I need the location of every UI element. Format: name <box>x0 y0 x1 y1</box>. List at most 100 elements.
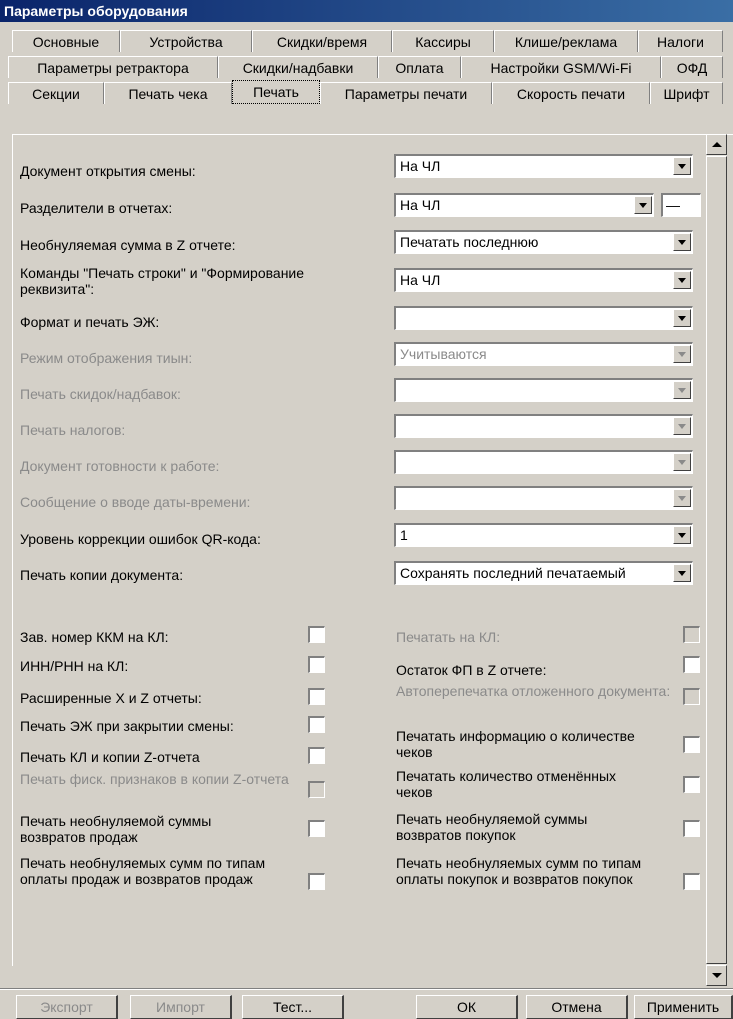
discount-print-select <box>394 378 693 402</box>
select-value: Сохранять последний печатаемый <box>400 565 626 581</box>
setting-label: Документ открытия смены: <box>20 163 196 179</box>
chevron-down-icon[interactable] <box>673 157 691 175</box>
inn-on-kl-checkbox[interactable] <box>308 656 325 673</box>
apply-button[interactable]: Применить <box>634 995 733 1019</box>
nonzero-purchase-returns-checkbox[interactable] <box>683 820 700 837</box>
auto-reprint-checkbox <box>683 688 700 705</box>
tab-font[interactable]: Шрифт <box>650 82 723 104</box>
tab-discounts-markups[interactable]: Скидки/надбавки <box>218 56 378 78</box>
setting-label: Сообщение о вводе даты-времени: <box>20 494 251 510</box>
select-value: 1 <box>400 527 408 543</box>
chevron-down-icon[interactable] <box>634 196 652 214</box>
ej-format-select[interactable] <box>394 306 693 330</box>
tab-print[interactable]: Печать <box>232 80 320 104</box>
select-value: На ЧЛ <box>400 197 441 213</box>
setting-label: Формат и печать ЭЖ: <box>20 314 160 330</box>
checkbox-label: Печать фиск. признаков в копии Z-отчета <box>20 771 289 787</box>
footer-divider <box>0 988 733 990</box>
setting-label: Команды "Печать строки" и "Формирование … <box>20 265 305 297</box>
scroll-thumb[interactable] <box>706 156 727 964</box>
chevron-down-icon <box>673 417 691 435</box>
export-button[interactable]: Экспорт <box>16 995 118 1019</box>
chevron-down-icon[interactable] <box>673 271 691 289</box>
cancelled-count-checkbox[interactable] <box>683 776 700 793</box>
extended-xz-checkbox[interactable] <box>308 688 325 705</box>
setting-label: Печать копии документа: <box>20 567 184 583</box>
tab-main[interactable]: Основные <box>12 30 120 52</box>
fiscal-marks-checkbox <box>308 781 325 798</box>
nonzero-returns-checkbox[interactable] <box>308 820 325 837</box>
chevron-down-icon[interactable] <box>673 526 691 544</box>
fp-remaining-checkbox[interactable] <box>683 656 700 673</box>
tab-receipt-print[interactable]: Печать чека <box>104 82 232 104</box>
chevron-down-icon <box>673 345 691 363</box>
checkbox-label: ИНН/РНН на КЛ: <box>20 658 129 674</box>
print-line-command-select[interactable]: На ЧЛ <box>394 268 693 292</box>
tab-gsm-wifi[interactable]: Настройки GSM/Wi-Fi <box>461 56 661 78</box>
qr-correction-select[interactable]: 1 <box>394 523 693 547</box>
shift-open-doc-select[interactable]: На ЧЛ <box>394 154 693 178</box>
checkbox-label: Зав. номер ККМ на КЛ: <box>20 629 169 645</box>
nonzero-purchase-by-payment-checkbox[interactable] <box>683 873 700 890</box>
tab-devices[interactable]: Устройства <box>120 30 252 52</box>
separator-char-field[interactable]: — <box>661 193 701 217</box>
setting-label: Разделители в отчетах: <box>20 200 173 216</box>
ready-doc-select <box>394 450 693 474</box>
tab-payment[interactable]: Оплата <box>378 56 461 78</box>
serial-on-kl-checkbox[interactable] <box>308 626 325 643</box>
tab-print-speed[interactable]: Скорость печати <box>492 82 650 104</box>
scroll-up-icon[interactable] <box>706 134 727 155</box>
chevron-down-icon[interactable] <box>673 564 691 582</box>
report-separators-select[interactable]: На ЧЛ <box>394 193 654 217</box>
nonzero-by-payment-checkbox[interactable] <box>308 873 325 890</box>
print-on-kl-checkbox <box>683 626 700 643</box>
nonzero-sum-select[interactable]: Печатать последнюю <box>394 230 693 254</box>
tab-sections[interactable]: Секции <box>8 82 104 104</box>
checkbox-label: Печать необнуляемой суммы возвратов прод… <box>20 813 212 845</box>
setting-label: Необнуляемая сумма в Z отчете: <box>20 237 236 253</box>
checkbox-label: Остаток ФП в Z отчете: <box>396 662 547 678</box>
setting-label: Документ готовности к работе: <box>20 458 220 474</box>
ok-button[interactable]: ОК <box>416 995 518 1019</box>
tab-print-params[interactable]: Параметры печати <box>320 82 492 104</box>
chevron-down-icon[interactable] <box>673 309 691 327</box>
kl-z-copy-checkbox[interactable] <box>308 747 325 764</box>
test-button[interactable]: Тест... <box>242 995 344 1019</box>
checkbox-label: Печать КЛ и копии Z-отчета <box>20 749 200 765</box>
checkbox-label: Печать необнуляемых сумм по типам оплаты… <box>20 855 266 887</box>
tiyn-mode-select: Учитываются <box>394 342 693 366</box>
chevron-down-icon <box>673 381 691 399</box>
vertical-scrollbar[interactable] <box>706 134 727 986</box>
chevron-down-icon[interactable] <box>673 233 691 251</box>
checkbox-label: Печать ЭЖ при закрытии смены: <box>20 718 234 734</box>
doc-copy-select[interactable]: Сохранять последний печатаемый <box>394 561 693 585</box>
setting-label: Печать скидок/надбавок: <box>20 386 181 402</box>
select-value: На ЧЛ <box>400 272 441 288</box>
datetime-message-select <box>394 486 693 510</box>
tax-print-select <box>394 414 693 438</box>
import-button[interactable]: Импорт <box>130 995 232 1019</box>
cancel-button[interactable]: Отмена <box>526 995 628 1019</box>
checkbox-label: Расширенные X и Z отчеты: <box>20 690 202 706</box>
chevron-down-icon <box>673 453 691 471</box>
tab-retractor[interactable]: Параметры ретрактора <box>8 56 218 78</box>
checkbox-label: Печать необнуляемой суммы возвратов поку… <box>396 811 588 843</box>
tab-cashiers[interactable]: Кассиры <box>392 30 494 52</box>
tab-cliche[interactable]: Клише/реклама <box>494 30 638 52</box>
select-value: Учитываются <box>400 346 487 362</box>
checkbox-label: Печатать информацию о количестве чеков <box>396 728 635 760</box>
select-value: Печатать последнюю <box>400 234 539 250</box>
select-value: На ЧЛ <box>400 158 441 174</box>
window-title: Параметры оборудования <box>0 0 733 22</box>
setting-label: Уровень коррекции ошибок QR-кода: <box>20 531 261 547</box>
checkbox-label: Печать необнуляемых сумм по типам оплаты… <box>396 855 642 887</box>
scroll-down-icon[interactable] <box>706 965 727 986</box>
checkbox-label: Автоперепечатка отложенного документа: <box>396 683 671 699</box>
tab-ofd[interactable]: ОФД <box>661 56 723 78</box>
checkbox-label: Печатать на КЛ: <box>396 629 501 645</box>
receipt-count-checkbox[interactable] <box>683 736 700 753</box>
tab-discounts-time[interactable]: Скидки/время <box>252 30 392 52</box>
ej-on-close-checkbox[interactable] <box>308 716 325 733</box>
chevron-down-icon <box>673 489 691 507</box>
tab-taxes[interactable]: Налоги <box>638 30 723 52</box>
